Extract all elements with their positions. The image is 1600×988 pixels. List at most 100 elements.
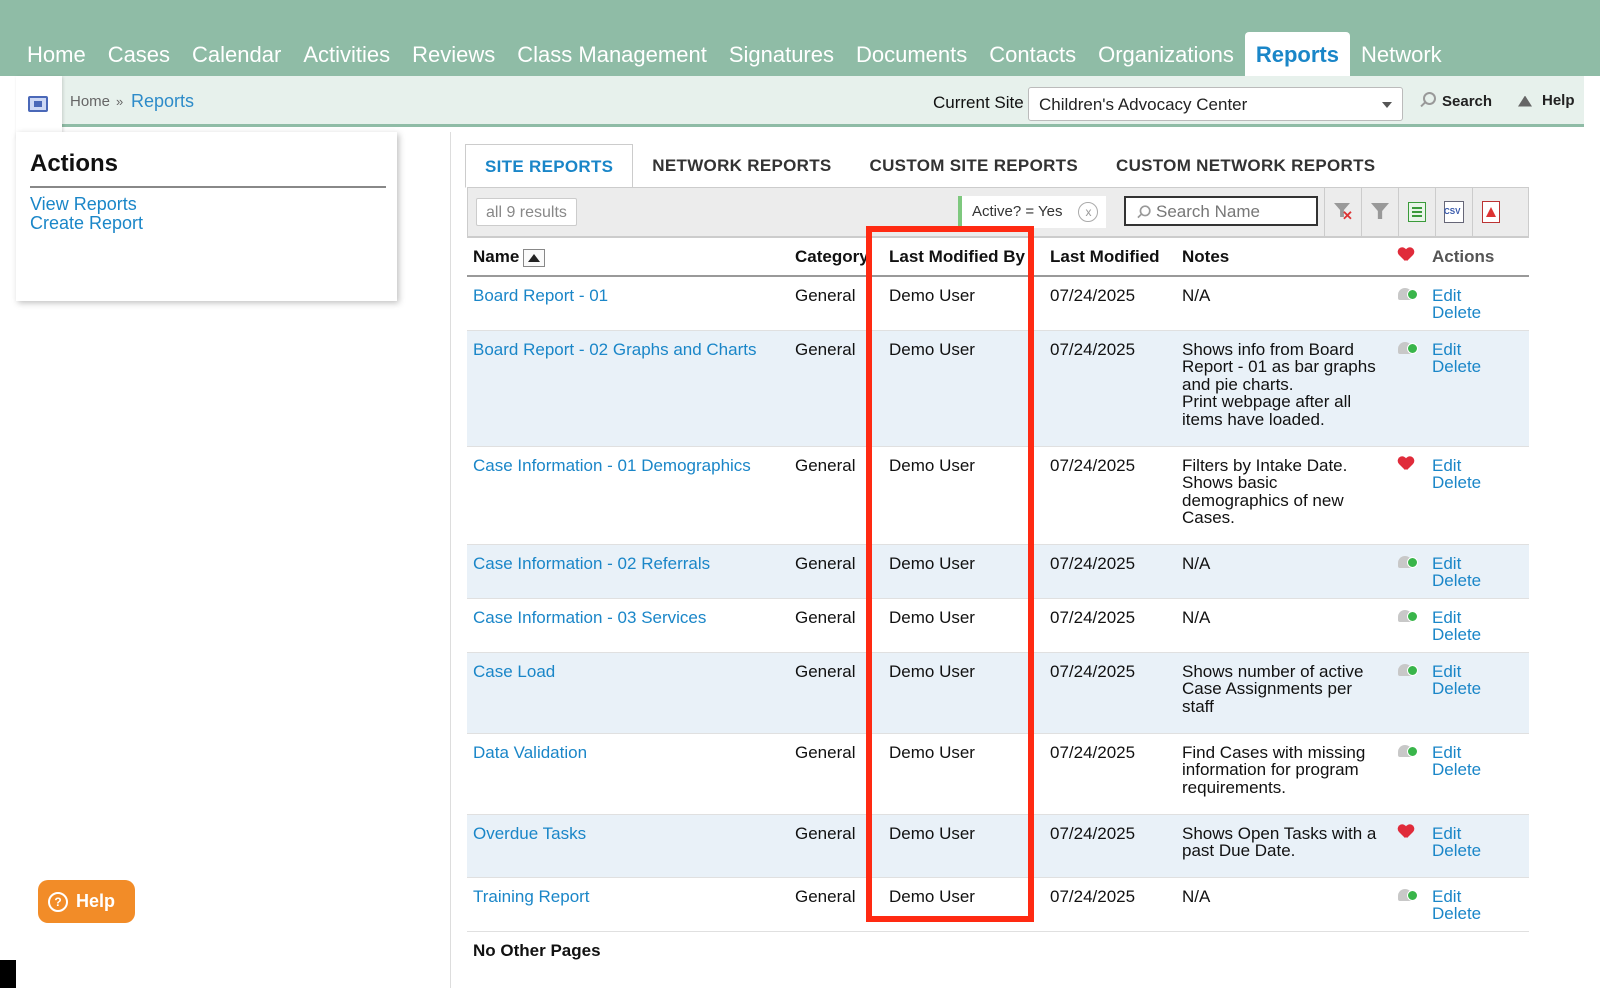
edit-link[interactable]: Edit bbox=[1432, 662, 1523, 681]
report-last-modified: 07/24/2025 bbox=[1044, 814, 1176, 877]
tab-site-reports[interactable]: SITE REPORTS bbox=[465, 144, 634, 188]
report-name-link[interactable]: Training Report bbox=[473, 887, 590, 906]
delete-link[interactable]: Delete bbox=[1432, 842, 1523, 860]
current-site-select[interactable]: Children's Advocacy Center bbox=[1028, 87, 1403, 121]
search-button[interactable]: Search bbox=[1418, 92, 1492, 110]
favorite-cell[interactable] bbox=[1392, 598, 1426, 652]
nav-item-network[interactable]: Network bbox=[1350, 42, 1453, 76]
nav-item-signatures[interactable]: Signatures bbox=[718, 42, 845, 76]
nav-item-home[interactable]: Home bbox=[16, 42, 97, 76]
add-favorite-icon[interactable] bbox=[1398, 287, 1418, 303]
remove-filter-button[interactable]: x bbox=[1078, 202, 1099, 222]
report-name-link[interactable]: Case Information - 03 Services bbox=[473, 608, 706, 627]
report-category: General bbox=[795, 455, 856, 475]
edit-link[interactable]: Edit bbox=[1432, 743, 1523, 762]
column-header-favorite bbox=[1392, 237, 1426, 277]
export-pdf-button[interactable] bbox=[1472, 188, 1509, 236]
search-name-input[interactable]: Search Name bbox=[1124, 196, 1318, 226]
delete-link[interactable]: Delete bbox=[1432, 905, 1523, 923]
report-name-link[interactable]: Case Load bbox=[473, 662, 555, 681]
edit-link[interactable]: Edit bbox=[1432, 456, 1523, 475]
favorite-cell[interactable] bbox=[1392, 814, 1426, 877]
delete-link[interactable]: Delete bbox=[1432, 761, 1523, 779]
export-excel-button[interactable] bbox=[1398, 188, 1435, 236]
nav-item-reviews[interactable]: Reviews bbox=[401, 42, 506, 76]
nav-item-documents[interactable]: Documents bbox=[845, 42, 978, 76]
nav-item-calendar[interactable]: Calendar bbox=[181, 42, 292, 76]
add-favorite-icon[interactable] bbox=[1398, 555, 1418, 571]
notes-line: N/A bbox=[1182, 607, 1211, 627]
nav-item-cases[interactable]: Cases bbox=[97, 42, 181, 76]
edit-link[interactable]: Edit bbox=[1432, 887, 1523, 906]
favorite-cell[interactable] bbox=[1392, 276, 1426, 331]
favorite-heart-icon[interactable] bbox=[1398, 825, 1414, 839]
active-filter-label: Active? = Yes bbox=[972, 203, 1063, 220]
favorite-cell[interactable] bbox=[1392, 877, 1426, 931]
filter-button[interactable] bbox=[1361, 188, 1398, 236]
breadcrumb-reports[interactable]: Reports bbox=[131, 91, 194, 112]
report-name-link[interactable]: Case Information - 02 Referrals bbox=[473, 554, 710, 573]
question-icon: ? bbox=[48, 891, 68, 912]
delete-link[interactable]: Delete bbox=[1432, 358, 1523, 376]
add-favorite-icon[interactable] bbox=[1398, 744, 1418, 760]
report-notes: Shows info from Board Report - 01 as bar … bbox=[1176, 330, 1392, 446]
column-name-label: Name bbox=[473, 247, 520, 267]
nav-item-reports[interactable]: Reports bbox=[1244, 32, 1350, 76]
main-panel: SITE REPORTS NETWORK REPORTS CUSTOM SITE… bbox=[450, 132, 1584, 988]
favorite-cell[interactable] bbox=[1392, 544, 1426, 598]
sort-ascending-icon[interactable] bbox=[523, 248, 546, 267]
notes-line: Shows Open Tasks with a bbox=[1182, 823, 1377, 843]
delete-link[interactable]: Delete bbox=[1432, 626, 1523, 644]
favorite-cell[interactable] bbox=[1392, 330, 1426, 446]
report-name-link[interactable]: Data Validation bbox=[473, 743, 587, 762]
nav-item-activities[interactable]: Activities bbox=[292, 42, 401, 76]
delete-link[interactable]: Delete bbox=[1432, 572, 1523, 590]
search-icon bbox=[1135, 205, 1151, 220]
floating-help-button[interactable]: ? Help bbox=[38, 880, 135, 923]
help-icon bbox=[1516, 93, 1536, 109]
favorite-heart-icon[interactable] bbox=[1398, 457, 1414, 471]
add-favorite-icon[interactable] bbox=[1398, 341, 1418, 357]
excel-icon bbox=[1408, 202, 1426, 222]
edit-link[interactable]: Edit bbox=[1432, 554, 1523, 573]
column-header-category[interactable]: Category bbox=[789, 237, 883, 277]
add-favorite-icon[interactable] bbox=[1398, 609, 1418, 625]
favorite-cell[interactable] bbox=[1392, 733, 1426, 814]
table-row: Case Information - 01 Demographics Genera… bbox=[467, 446, 1529, 544]
nav-item-contacts[interactable]: Contacts bbox=[978, 42, 1087, 76]
report-name-link[interactable]: Board Report - 01 bbox=[473, 286, 608, 305]
dashboard-tab[interactable] bbox=[16, 76, 62, 138]
tab-custom-site-reports[interactable]: CUSTOM SITE REPORTS bbox=[851, 144, 1097, 188]
add-favorite-icon[interactable] bbox=[1398, 663, 1418, 679]
report-name-link[interactable]: Board Report - 02 Graphs and Charts bbox=[473, 340, 756, 359]
view-reports-link[interactable]: View Reports bbox=[30, 195, 137, 214]
column-header-notes[interactable]: Notes bbox=[1176, 237, 1392, 277]
report-notes: N/A bbox=[1176, 877, 1392, 931]
column-header-last-modified-by[interactable]: Last Modified By bbox=[883, 237, 1044, 277]
clear-filters-button[interactable] bbox=[1324, 188, 1361, 236]
nav-item-organizations[interactable]: Organizations bbox=[1087, 42, 1245, 76]
edit-link[interactable]: Edit bbox=[1432, 286, 1523, 305]
edit-link[interactable]: Edit bbox=[1432, 340, 1523, 359]
column-header-name[interactable]: Name bbox=[467, 237, 789, 277]
export-csv-button[interactable] bbox=[1435, 188, 1472, 236]
nav-item-class-management[interactable]: Class Management bbox=[506, 42, 718, 76]
favorite-cell[interactable] bbox=[1392, 652, 1426, 733]
report-name-link[interactable]: Case Information - 01 Demographics bbox=[473, 456, 751, 475]
edit-link[interactable]: Edit bbox=[1432, 608, 1523, 627]
tab-network-reports[interactable]: NETWORK REPORTS bbox=[633, 144, 850, 188]
add-favorite-icon[interactable] bbox=[1398, 888, 1418, 904]
help-link[interactable]: Help bbox=[1516, 92, 1575, 109]
edit-link[interactable]: Edit bbox=[1432, 824, 1523, 843]
delete-link[interactable]: Delete bbox=[1432, 304, 1523, 322]
delete-link[interactable]: Delete bbox=[1432, 680, 1523, 698]
delete-link[interactable]: Delete bbox=[1432, 474, 1523, 492]
notes-line: and pie charts. bbox=[1182, 374, 1294, 394]
tab-custom-network-reports[interactable]: CUSTOM NETWORK REPORTS bbox=[1097, 144, 1394, 188]
report-name-link[interactable]: Overdue Tasks bbox=[473, 824, 586, 843]
column-header-last-modified[interactable]: Last Modified bbox=[1044, 237, 1176, 277]
floating-help-label: Help bbox=[76, 891, 116, 911]
favorite-cell[interactable] bbox=[1392, 446, 1426, 544]
breadcrumb-home[interactable]: Home bbox=[70, 93, 110, 110]
create-report-link[interactable]: Create Report bbox=[30, 214, 143, 233]
